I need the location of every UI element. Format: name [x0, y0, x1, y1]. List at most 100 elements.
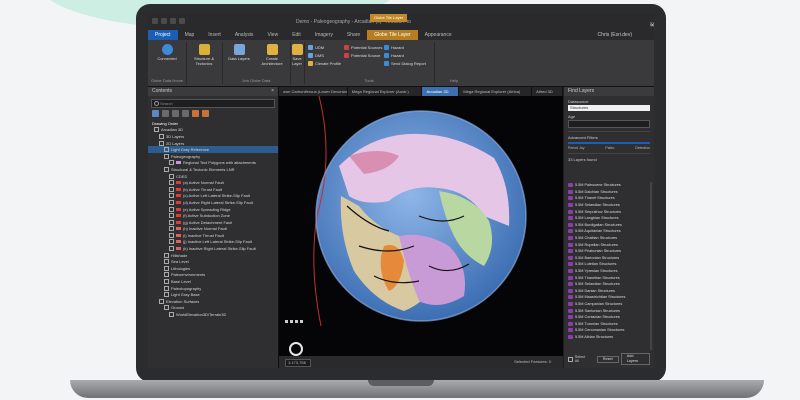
found-layer-item[interactable]: 5.5M Turonian Structures	[568, 320, 648, 327]
found-layer-item[interactable]: 5.5M Ypresian Structures	[568, 268, 648, 275]
layer-visibility-checkbox[interactable]	[169, 312, 174, 318]
help-button[interactable]: Hazard	[384, 45, 404, 50]
dot-icon[interactable]	[300, 320, 303, 323]
dms-button[interactable]: DMS	[308, 53, 324, 58]
tab-analysis[interactable]: Analysis	[228, 30, 261, 40]
layer-visibility-checkbox[interactable]	[169, 246, 174, 252]
layer-tree-item[interactable]: Elevation Surfaces	[148, 298, 278, 305]
layer-visibility-checkbox[interactable]	[169, 213, 174, 219]
layer-tree-item[interactable]: CDED	[148, 173, 278, 180]
view-tab-alfred[interactable]: Alfred 3D	[532, 87, 563, 96]
layer-visibility-checkbox[interactable]	[164, 279, 169, 285]
layer-visibility-checkbox[interactable]	[169, 232, 174, 238]
layer-visibility-checkbox[interactable]	[164, 272, 169, 278]
save-icon[interactable]	[170, 18, 176, 24]
about-button[interactable]: Hazard	[384, 53, 404, 58]
layer-visibility-checkbox[interactable]	[169, 199, 174, 205]
layer-tree-item[interactable]: Light Gray Base	[148, 291, 278, 298]
found-layer-item[interactable]: 5.5M Albian Structures	[568, 334, 648, 341]
send-report-button[interactable]: Send Dialog Report	[384, 61, 426, 66]
connected-button[interactable]: Connected	[154, 44, 180, 61]
layer-visibility-checkbox[interactable]	[159, 133, 164, 139]
found-layer-item[interactable]: 5.5M Dalchian Structures	[568, 189, 648, 196]
list-scrollbar[interactable]	[650, 182, 652, 350]
layer-tree-item[interactable]: (a) Active Normal Fault	[148, 179, 278, 186]
layer-tree-item[interactable]: Light Gray Reference	[148, 146, 278, 153]
layer-visibility-checkbox[interactable]	[169, 193, 174, 199]
layer-visibility-checkbox[interactable]	[159, 140, 164, 146]
tab-imagery[interactable]: Imagery	[308, 30, 340, 40]
map-view[interactable]	[279, 96, 563, 356]
layer-tree-item[interactable]: (i) Inactive Thrust Fault	[148, 232, 278, 239]
user-name[interactable]: Chris (Esri.dev)	[598, 32, 632, 38]
layer-visibility-checkbox[interactable]	[164, 265, 169, 271]
undo-icon[interactable]	[179, 18, 185, 24]
list-snapping-icon[interactable]	[192, 110, 199, 117]
layer-tree-item[interactable]: Base Level	[148, 278, 278, 285]
layer-visibility-checkbox[interactable]	[164, 259, 169, 265]
filter-range-slider[interactable]	[568, 142, 650, 144]
layer-tree-item[interactable]: (b) Active Thrust Fault	[148, 186, 278, 193]
layer-tree-item[interactable]: Paleogeography	[148, 153, 278, 160]
advanced-filters-toggle[interactable]: Advanced Filters	[568, 135, 650, 140]
view-tab-austr[interactable]: Mega Regional Explorer (Austr.)	[348, 87, 423, 96]
pane-close-icon[interactable]: ×	[271, 87, 274, 96]
climate-profile-button[interactable]: Climate Profile	[308, 61, 341, 66]
layer-visibility-checkbox[interactable]	[159, 298, 164, 304]
dot-icon[interactable]	[295, 320, 298, 323]
view-tab-carboniferous[interactable]: own Carboniferous (Lower Devonian)	[279, 87, 348, 96]
filter-detection[interactable]: Detection	[635, 146, 650, 150]
found-layer-item[interactable]: 5.5M Chattian Structures	[568, 235, 648, 242]
layer-visibility-checkbox[interactable]	[169, 160, 174, 166]
layer-tree-item[interactable]: 3D Layers	[148, 133, 278, 140]
layer-tree-item[interactable]: Regional Tect Polygons with attachments	[148, 160, 278, 167]
close-icon[interactable]: ✕	[650, 22, 654, 29]
layer-tree-item[interactable]: 2D Layers	[148, 140, 278, 147]
layer-tree-item[interactable]: (c) Active Left Lateral Strike-Slip Faul…	[148, 193, 278, 200]
found-layer-item[interactable]: 5.5M Lutetian Structures	[568, 261, 648, 268]
found-layer-item[interactable]: 5.5M Coniacian Structures	[568, 314, 648, 321]
globe-svg[interactable]	[279, 96, 563, 356]
found-layer-item[interactable]: 5.5M Serpukhov Structures	[568, 208, 648, 215]
select-all-checkbox[interactable]	[568, 356, 573, 362]
view-tab-arcadian[interactable]: Arcadian 3D	[422, 87, 460, 96]
found-layer-item[interactable]: 5.5M Aquitanian Structures	[568, 228, 648, 235]
navigator-control[interactable]	[289, 342, 303, 356]
layer-tree-item[interactable]: (e) Active Spreading Ridge	[148, 206, 278, 213]
list-labeling-icon[interactable]	[202, 110, 209, 117]
found-layer-item[interactable]: 5.5M Langhian Structures	[568, 215, 648, 222]
tab-project[interactable]: Project	[148, 30, 178, 40]
filter-paleo[interactable]: Paleo	[605, 146, 614, 150]
contents-search-input[interactable]: Search	[151, 99, 275, 108]
udm-button[interactable]: UDM	[308, 45, 324, 50]
layer-tree-item[interactable]: (j) Inactive Left Lateral Strike-Slip Fa…	[148, 239, 278, 246]
tab-globe-tile-layer[interactable]: Globe Tile Layer	[367, 30, 418, 40]
new-icon[interactable]	[152, 18, 158, 24]
dot-icon[interactable]	[285, 320, 288, 323]
datasource-select[interactable]: Structures	[568, 105, 650, 111]
layer-tree-item[interactable]: Ground	[148, 305, 278, 312]
found-layer-item[interactable]: 5.5M Thanetian Structures	[568, 274, 648, 281]
layer-visibility-checkbox[interactable]	[169, 173, 174, 179]
found-layer-item[interactable]: 5.5M Bartonian Structures	[568, 255, 648, 262]
layer-tree-item[interactable]: (d) Active Right Lateral Strike-Slip Fau…	[148, 199, 278, 206]
filter-period[interactable]: Period Joy	[568, 146, 585, 150]
structure-tectonics-button[interactable]: Structure & Tectonics	[190, 44, 218, 66]
scale-input[interactable]: 1:173,758 m	[285, 359, 311, 368]
found-layer-item[interactable]: 5.5M Rupelian Structures	[568, 241, 648, 248]
found-layer-item[interactable]: 5.5M Santonian Structures	[568, 307, 648, 314]
list-selection-icon[interactable]	[172, 110, 179, 117]
layer-visibility-checkbox[interactable]	[164, 292, 169, 298]
potential-sources-button[interactable]: Potential Sources	[344, 45, 382, 50]
tab-appearance[interactable]: Appearance	[418, 30, 459, 40]
tab-edit[interactable]: Edit	[285, 30, 308, 40]
found-layer-item[interactable]: 5.5M Priabonian Structures	[568, 248, 648, 255]
layer-visibility-checkbox[interactable]	[164, 166, 169, 172]
layer-tree-item[interactable]: Paleotopography	[148, 285, 278, 292]
layer-tree-item[interactable]: (f) Active Subduction Zone	[148, 212, 278, 219]
list-source-icon[interactable]	[162, 110, 169, 117]
layer-tree-item[interactable]: (k) Inactive Right Lateral Strike-Slip F…	[148, 245, 278, 252]
add-layers-button[interactable]: Add Layers	[620, 353, 650, 365]
layer-tree-item[interactable]: WorldElevation3D/Terrain3D	[148, 311, 278, 318]
layer-visibility-checkbox[interactable]	[164, 252, 169, 258]
